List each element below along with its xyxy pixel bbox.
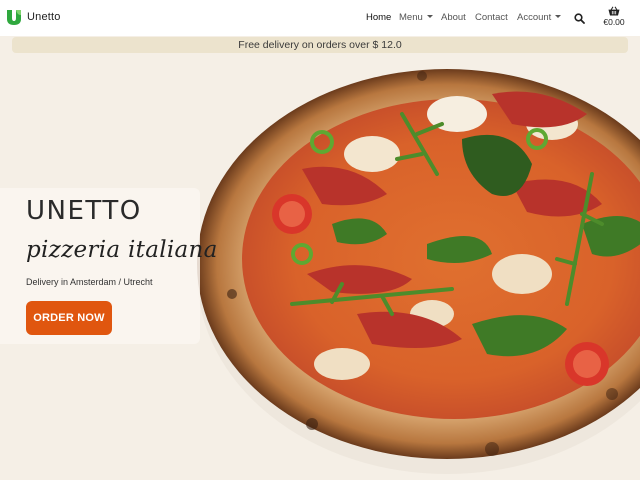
nav-account[interactable]: Account xyxy=(517,12,562,23)
nav-home[interactable]: Home xyxy=(366,12,391,23)
order-now-button[interactable]: ORDER NOW xyxy=(26,301,112,335)
nav-account-label: Account xyxy=(517,12,552,23)
nav-about[interactable]: About xyxy=(441,12,466,23)
hero-tagline: Delivery in Amsterdam / Utrecht xyxy=(26,277,153,287)
navbar: Unetto Home Menu About Contact Account €… xyxy=(0,0,640,36)
hero-title: UNETTO xyxy=(26,196,142,226)
basket-icon xyxy=(608,6,620,16)
nav-contact[interactable]: Contact xyxy=(475,12,508,23)
hero-subtitle: pizzeria italiana xyxy=(26,237,218,263)
chevron-down-icon xyxy=(555,15,562,18)
pizza-image xyxy=(192,64,640,474)
cart-total: €0.00 xyxy=(603,17,625,27)
search-button[interactable] xyxy=(574,11,585,29)
hero-section: UNETTO pizzeria italiana Delivery in Ams… xyxy=(0,56,640,480)
chevron-down-icon xyxy=(426,15,433,18)
search-icon xyxy=(574,13,585,24)
main-nav: Home Menu About Contact Account xyxy=(0,0,640,36)
nav-menu[interactable]: Menu xyxy=(399,12,433,23)
cart-button[interactable]: €0.00 xyxy=(600,6,628,27)
promo-banner: Free delivery on orders over $ 12.0 xyxy=(12,37,628,53)
nav-menu-label: Menu xyxy=(399,12,423,23)
